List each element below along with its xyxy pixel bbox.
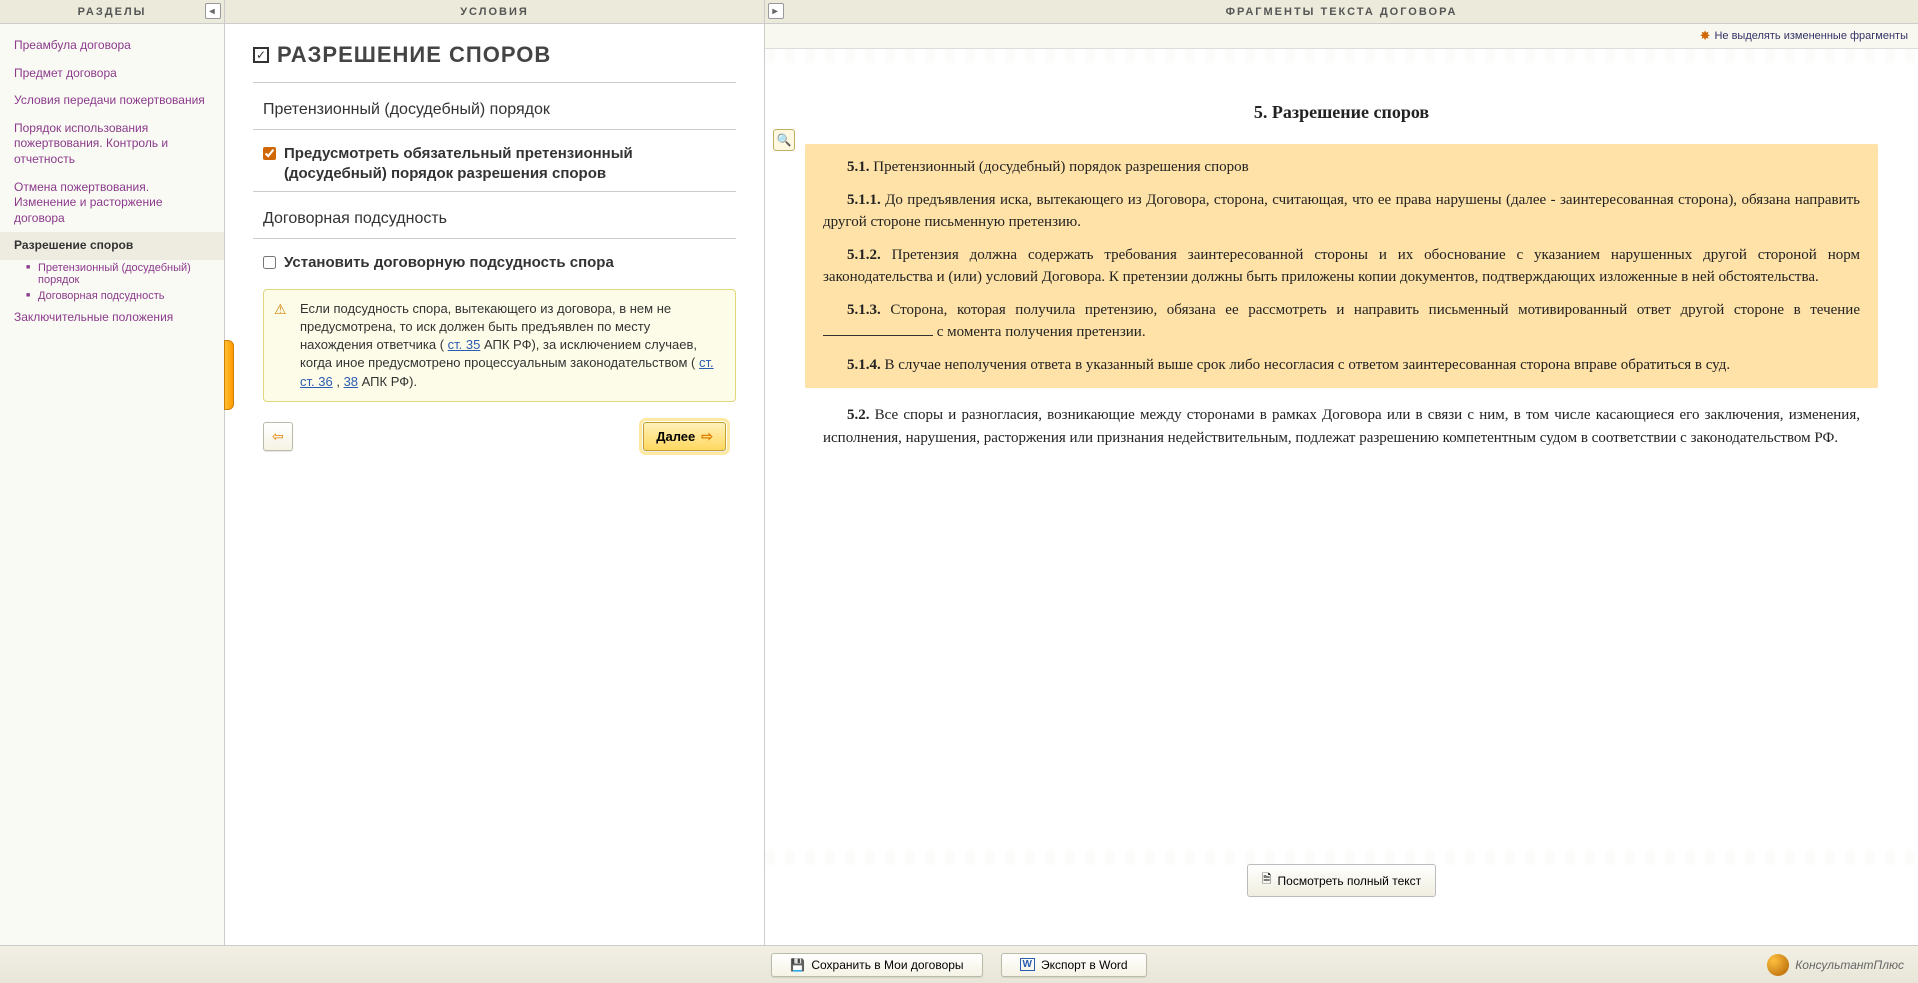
info-text-3: , bbox=[336, 374, 343, 389]
divider bbox=[253, 191, 736, 192]
brand: КонсультантПлюс bbox=[1767, 954, 1904, 976]
page-title-row: ✓ РАЗРЕШЕНИЕ СПОРОВ bbox=[253, 42, 736, 68]
sidebar-item-subject[interactable]: Предмет договора bbox=[0, 60, 224, 88]
link-st38[interactable]: 38 bbox=[344, 374, 358, 389]
toggle-highlight-link[interactable]: ✸ Не выделять измененные фрагменты bbox=[1700, 28, 1908, 44]
para-num: 5.1.1. bbox=[847, 192, 881, 208]
sidebar-sub-pretrial[interactable]: Претензионный (досудебный) порядок bbox=[20, 260, 224, 288]
para-text: Все споры и разногласия, возникающие меж… bbox=[823, 407, 1860, 446]
side-tab-handle[interactable] bbox=[224, 340, 234, 410]
conditions-panel: УСЛОВИЯ ✓ РАЗРЕШЕНИЕ СПОРОВ Претензионны… bbox=[225, 0, 765, 945]
sidebar-sub-jurisdiction[interactable]: Договорная подсудность bbox=[20, 288, 224, 304]
para-5-2: 5.2. Все споры и разногласия, возникающи… bbox=[823, 404, 1860, 449]
divider bbox=[253, 129, 736, 130]
save-icon: 💾 bbox=[790, 958, 805, 972]
title-checkmark-icon: ✓ bbox=[253, 47, 269, 63]
para-num: 5.1.4. bbox=[847, 357, 881, 373]
sections-header-title: РАЗДЕЛЫ bbox=[78, 6, 147, 18]
para-text: В случае неполучения ответа в указанный … bbox=[881, 357, 1730, 373]
sidebar-item-disputes[interactable]: Разрешение споров bbox=[0, 232, 224, 260]
find-fragment-icon[interactable]: 🔍 bbox=[773, 129, 795, 151]
checkbox-pretrial-row[interactable]: Предусмотреть обязательный претензионный… bbox=[253, 138, 736, 191]
brand-icon bbox=[1767, 954, 1789, 976]
para-5-1-1: 5.1.1. До предъявления иска, вытекающего… bbox=[823, 189, 1860, 234]
word-icon: W bbox=[1020, 958, 1035, 971]
page-title: РАЗРЕШЕНИЕ СПОРОВ bbox=[277, 42, 551, 68]
para-5-1-3: 5.1.3. Сторона, которая получила претенз… bbox=[823, 299, 1860, 344]
checkbox-pretrial[interactable] bbox=[263, 147, 276, 160]
para-5-1-2: 5.1.2. Претензия должна содержать требов… bbox=[823, 244, 1860, 289]
info-text-4: АПК РФ). bbox=[362, 374, 417, 389]
sections-panel: РАЗДЕЛЫ ◂ Преамбула договора Предмет дог… bbox=[0, 0, 225, 945]
info-box: ⚠ Если подсудность спора, вытекающего из… bbox=[263, 289, 736, 402]
sections-header: РАЗДЕЛЫ ◂ bbox=[0, 0, 224, 24]
view-full-wrap: 🗎 Посмотреть полный текст bbox=[765, 864, 1918, 897]
torn-edge-top bbox=[765, 49, 1918, 63]
arrow-left-icon: ⇦ bbox=[272, 428, 284, 445]
fragment-section-num: 5. bbox=[1254, 102, 1272, 122]
para-num: 5.1.2. bbox=[847, 247, 881, 263]
subsection-jurisdiction-title: Договорная подсудность bbox=[253, 200, 736, 238]
view-full-text-label: Посмотреть полный текст bbox=[1278, 874, 1422, 888]
conditions-body: ✓ РАЗРЕШЕНИЕ СПОРОВ Претензионный (досуд… bbox=[225, 24, 764, 945]
para-5-1: 5.1. Претензионный (досудебный) порядок … bbox=[823, 156, 1860, 179]
checkbox-jurisdiction-label: Установить договорную подсудность спора bbox=[284, 253, 736, 273]
link-st35[interactable]: ст. 35 bbox=[448, 337, 481, 352]
view-full-text-button[interactable]: 🗎 Посмотреть полный текст bbox=[1247, 864, 1436, 897]
torn-edge-bottom bbox=[765, 851, 1918, 865]
subsection-pretrial-title: Претензионный (досудебный) порядок bbox=[253, 91, 736, 129]
para-num: 5.2. bbox=[847, 407, 870, 423]
back-button[interactable]: ⇦ bbox=[263, 422, 293, 451]
para-text: Претензионный (досудебный) порядок разре… bbox=[870, 159, 1249, 175]
divider bbox=[253, 238, 736, 239]
next-button-label: Далее bbox=[656, 429, 695, 444]
conditions-header: УСЛОВИЯ bbox=[225, 0, 764, 24]
para-num: 5.1. bbox=[847, 159, 870, 175]
fragments-header-title: ФРАГМЕНТЫ ТЕКСТА ДОГОВОРА bbox=[1226, 6, 1458, 18]
conditions-header-title: УСЛОВИЯ bbox=[460, 6, 529, 18]
para-num: 5.1.3. bbox=[847, 302, 881, 318]
sidebar-item-final[interactable]: Заключительные положения bbox=[0, 304, 224, 332]
para-5-1-4: 5.1.4. В случае неполучения ответа в ука… bbox=[823, 354, 1860, 377]
para-text: До предъявления иска, вытекающего из Дог… bbox=[823, 192, 1860, 231]
brand-label: КонсультантПлюс bbox=[1795, 958, 1904, 972]
checkbox-jurisdiction[interactable] bbox=[263, 256, 276, 269]
nav-buttons: ⇦ Далее ⇨ bbox=[253, 422, 736, 451]
save-label: Сохранить в Мои договоры bbox=[811, 958, 963, 972]
sidebar-subitems: Претензионный (досудебный) порядок Догов… bbox=[0, 260, 224, 304]
fragments-header: ▸ ФРАГМЕНТЫ ТЕКСТА ДОГОВОРА bbox=[765, 0, 1918, 24]
checkbox-pretrial-label: Предусмотреть обязательный претензионный… bbox=[284, 144, 736, 185]
document-icon: 🗎 bbox=[1262, 870, 1272, 891]
fragment-section-name: Разрешение споров bbox=[1272, 102, 1429, 122]
arrow-right-icon: ⇨ bbox=[701, 428, 713, 445]
expand-fragments-icon[interactable]: ▸ bbox=[768, 3, 784, 19]
plain-block: 5.2. Все споры и разногласия, возникающи… bbox=[805, 404, 1878, 449]
sidebar-item-procedure[interactable]: Порядок использования пожертвования. Кон… bbox=[0, 115, 224, 174]
collapse-sections-icon[interactable]: ◂ bbox=[205, 3, 221, 19]
sidebar-item-preamble[interactable]: Преамбула договора bbox=[0, 32, 224, 60]
warning-icon: ⚠ bbox=[274, 300, 290, 316]
blank-field bbox=[823, 323, 933, 337]
export-label: Экспорт в Word bbox=[1041, 958, 1128, 972]
sections-list: Преамбула договора Предмет договора Усло… bbox=[0, 24, 224, 340]
save-button[interactable]: 💾 Сохранить в Мои договоры bbox=[771, 953, 982, 977]
fragment-section-title: 5. Разрешение споров bbox=[805, 99, 1878, 126]
export-word-button[interactable]: W Экспорт в Word bbox=[1001, 953, 1147, 977]
next-button[interactable]: Далее ⇨ bbox=[643, 422, 726, 451]
para-text: Сторона, которая получила претензию, обя… bbox=[881, 302, 1860, 318]
sidebar-item-cancel[interactable]: Отмена пожертвования. Изменение и растор… bbox=[0, 174, 224, 233]
highlight-icon: ✸ bbox=[1700, 28, 1711, 44]
checkbox-jurisdiction-row[interactable]: Установить договорную подсудность спора bbox=[253, 247, 736, 279]
fragments-panel: ▸ ФРАГМЕНТЫ ТЕКСТА ДОГОВОРА ✸ Не выделят… bbox=[765, 0, 1918, 945]
para-text: с момента получения претензии. bbox=[933, 324, 1146, 340]
fragments-toolbar: ✸ Не выделять измененные фрагменты bbox=[765, 24, 1918, 49]
sidebar-item-transfer[interactable]: Условия передачи пожертвования bbox=[0, 87, 224, 115]
footer: 💾 Сохранить в Мои договоры W Экспорт в W… bbox=[0, 945, 1918, 983]
para-text: Претензия должна содержать требования за… bbox=[823, 247, 1860, 286]
divider bbox=[253, 82, 736, 83]
toggle-highlight-label: Не выделять измененные фрагменты bbox=[1714, 30, 1908, 42]
fragment-body: 🔍 5. Разрешение споров 5.1. Претензионны… bbox=[765, 63, 1918, 945]
highlighted-block: 5.1. Претензионный (досудебный) порядок … bbox=[805, 144, 1878, 388]
